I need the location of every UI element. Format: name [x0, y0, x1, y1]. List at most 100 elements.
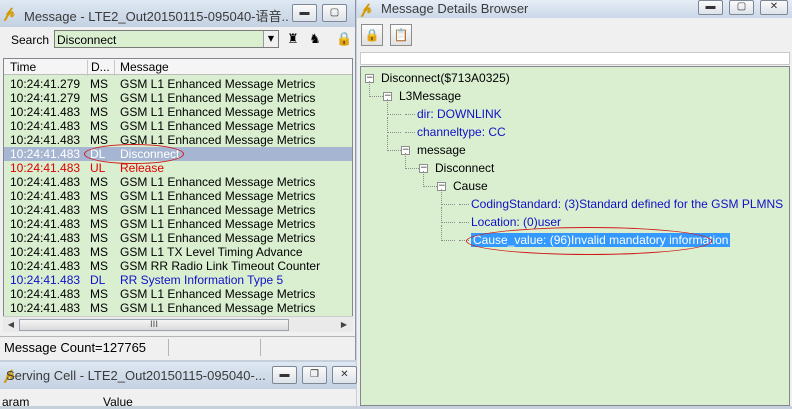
message-name: GSM L1 Enhanced Message Metrics: [120, 231, 316, 245]
maximize-button[interactable]: ▢: [322, 4, 347, 22]
find-next-icon[interactable]: ♞: [307, 32, 323, 48]
message-window-titlebar[interactable]: 𝓅 Message - LTE2_Out20150115-095040-语音..…: [0, 0, 355, 27]
message-direction: MS: [90, 119, 108, 133]
minimize-button[interactable]: ▬: [272, 366, 297, 384]
tree-node[interactable]: Cause: [453, 179, 488, 193]
message-name: GSM L1 Enhanced Message Metrics: [120, 189, 316, 203]
message-name: GSM RR Radio Link Timeout Counter: [120, 259, 321, 273]
annotation-circle-disconnect: [84, 144, 184, 164]
message-time: 10:24:41.483: [10, 301, 81, 315]
message-time: 10:24:41.483: [10, 133, 81, 147]
message-name: GSM L1 Enhanced Message Metrics: [120, 105, 316, 119]
message-time: 10:24:41.483: [10, 161, 81, 175]
maximize-button[interactable]: ▢: [729, 0, 754, 15]
message-window: 𝓅 Message - LTE2_Out20150115-095040-语音..…: [0, 0, 356, 360]
message-list[interactable]: Time D... Message 10:24:41.279 MS GSM L1 E…: [3, 58, 353, 331]
column-header-message[interactable]: Message: [120, 60, 169, 74]
serving-cell-title: Serving Cell - LTE2_Out20150115-095040-.…: [6, 368, 266, 383]
status-bar: Message Count=127765: [0, 336, 355, 358]
message-list-header: Time D... Message: [4, 59, 352, 76]
tree-field[interactable]: CodingStandard: (3)Standard defined for …: [471, 197, 783, 211]
message-row[interactable]: 10:24:41.483 UL Release: [4, 161, 352, 175]
horizontal-scrollbar[interactable]: ◀ III ▶: [3, 316, 353, 332]
message-time: 10:24:41.483: [10, 245, 81, 259]
message-time: 10:24:41.483: [10, 175, 81, 189]
message-row[interactable]: 10:24:41.483 DL RR System Information Type…: [4, 273, 352, 287]
column-header-param[interactable]: aram: [2, 395, 29, 409]
message-row[interactable]: 10:24:41.483 MS GSM L1 TX Level Timing Adv…: [4, 245, 352, 259]
lock-button[interactable]: 🔒: [361, 24, 383, 46]
tree-node[interactable]: message: [417, 143, 466, 157]
message-row[interactable]: 10:24:41.483 MS GSM RR Radio Link Timeout …: [4, 259, 352, 273]
message-time: 10:24:41.483: [10, 231, 81, 245]
scrollbar-thumb[interactable]: III: [19, 319, 289, 331]
message-time: 10:24:41.279: [10, 91, 81, 105]
find-prev-icon[interactable]: ♜: [285, 32, 301, 48]
copy-button[interactable]: 📋: [390, 24, 412, 46]
annotation-circle-cause-value: [466, 227, 712, 255]
message-row[interactable]: 10:24:41.279 MS GSM L1 Enhanced Message Me…: [4, 91, 352, 105]
message-name: GSM L1 Enhanced Message Metrics: [120, 287, 316, 301]
message-row[interactable]: 10:24:41.483 MS GSM L1 Enhanced Message Me…: [4, 105, 352, 119]
message-time: 10:24:41.483: [10, 203, 81, 217]
close-button[interactable]: ✕: [760, 0, 788, 15]
message-name: GSM L1 Enhanced Message Metrics: [120, 119, 316, 133]
search-input[interactable]: Disconnect ▼: [54, 30, 279, 48]
message-count: Message Count=127765: [4, 340, 147, 355]
search-value: Disconnect: [57, 33, 117, 47]
serving-cell-window: 𝓅 Serving Cell - LTE2_Out20150115-095040…: [0, 362, 357, 409]
message-row[interactable]: 10:24:41.483 MS GSM L1 Enhanced Message Me…: [4, 231, 352, 245]
lock-icon[interactable]: 🔒: [336, 32, 352, 48]
message-row[interactable]: 10:24:41.483 MS GSM L1 Enhanced Message Me…: [4, 203, 352, 217]
details-window-titlebar[interactable]: 𝓅 Message Details Browser ▬ ▢ ✕: [357, 0, 792, 18]
message-row[interactable]: 10:24:41.483 MS GSM L1 Enhanced Message Me…: [4, 189, 352, 203]
serving-cell-titlebar[interactable]: 𝓅 Serving Cell - LTE2_Out20150115-095040…: [0, 362, 357, 389]
column-header-value[interactable]: Value: [103, 395, 133, 409]
message-time: 10:24:41.483: [10, 287, 81, 301]
message-name: GSM L1 Enhanced Message Metrics: [120, 91, 316, 105]
message-name: GSM L1 Enhanced Message Metrics: [120, 175, 316, 189]
tree-field[interactable]: channeltype: CC: [417, 125, 506, 139]
app-logo-icon: 𝓅: [4, 4, 15, 21]
column-header-time[interactable]: Time: [10, 60, 36, 74]
message-row[interactable]: 10:24:41.483 MS GSM L1 Enhanced Message Me…: [4, 119, 352, 133]
message-direction: MS: [90, 203, 108, 217]
message-row[interactable]: 10:24:41.483 MS GSM L1 Enhanced Message Me…: [4, 175, 352, 189]
message-direction: DL: [90, 273, 106, 287]
message-name: GSM L1 Enhanced Message Metrics: [120, 77, 316, 91]
minimize-button[interactable]: ▬: [698, 0, 723, 15]
tree-node[interactable]: Disconnect($713A0325): [381, 71, 510, 85]
message-direction: MS: [90, 245, 108, 259]
message-direction: MS: [90, 259, 108, 273]
tree-field[interactable]: dir: DOWNLINK: [417, 107, 502, 121]
tree-node[interactable]: Disconnect: [435, 161, 494, 175]
message-time: 10:24:41.483: [10, 147, 81, 161]
message-row[interactable]: 10:24:41.483 MS GSM L1 Enhanced Message Me…: [4, 301, 352, 315]
message-details-window: 𝓅 Message Details Browser ▬ ▢ ✕ 🔒 📋 − Dis…: [357, 0, 792, 406]
message-direction: MS: [90, 301, 108, 315]
restore-button[interactable]: ❐: [302, 366, 327, 384]
scroll-right-icon[interactable]: ▶: [337, 319, 351, 331]
message-row[interactable]: 10:24:41.483 MS GSM L1 Enhanced Message Me…: [4, 217, 352, 231]
message-name: GSM L1 Enhanced Message Metrics: [120, 217, 316, 231]
message-time: 10:24:41.483: [10, 273, 81, 287]
message-row[interactable]: 10:24:41.483 MS GSM L1 Enhanced Message Me…: [4, 133, 352, 147]
message-time: 10:24:41.483: [10, 189, 81, 203]
search-label: Search: [11, 33, 50, 47]
chevron-down-icon[interactable]: ▼: [263, 31, 278, 47]
message-direction: UL: [90, 161, 106, 175]
message-direction: MS: [90, 91, 108, 105]
details-window-title: Message Details Browser: [381, 1, 529, 16]
message-row[interactable]: 10:24:41.279 MS GSM L1 Enhanced Message Me…: [4, 77, 352, 91]
message-detail-tree[interactable]: − Disconnect($713A0325) − L3Message dir: DOW…: [360, 66, 790, 406]
message-direction: MS: [90, 287, 108, 301]
message-direction: MS: [90, 231, 108, 245]
app-logo-icon: 𝓅: [361, 0, 372, 17]
message-direction: MS: [90, 217, 108, 231]
message-row[interactable]: 10:24:41.483 MS GSM L1 Enhanced Message Me…: [4, 287, 352, 301]
minimize-button[interactable]: ▬: [292, 4, 317, 22]
tree-node[interactable]: L3Message: [399, 89, 461, 103]
close-button[interactable]: ✕: [332, 366, 357, 384]
column-header-direction[interactable]: D...: [91, 60, 110, 74]
scroll-left-icon[interactable]: ◀: [4, 319, 18, 331]
